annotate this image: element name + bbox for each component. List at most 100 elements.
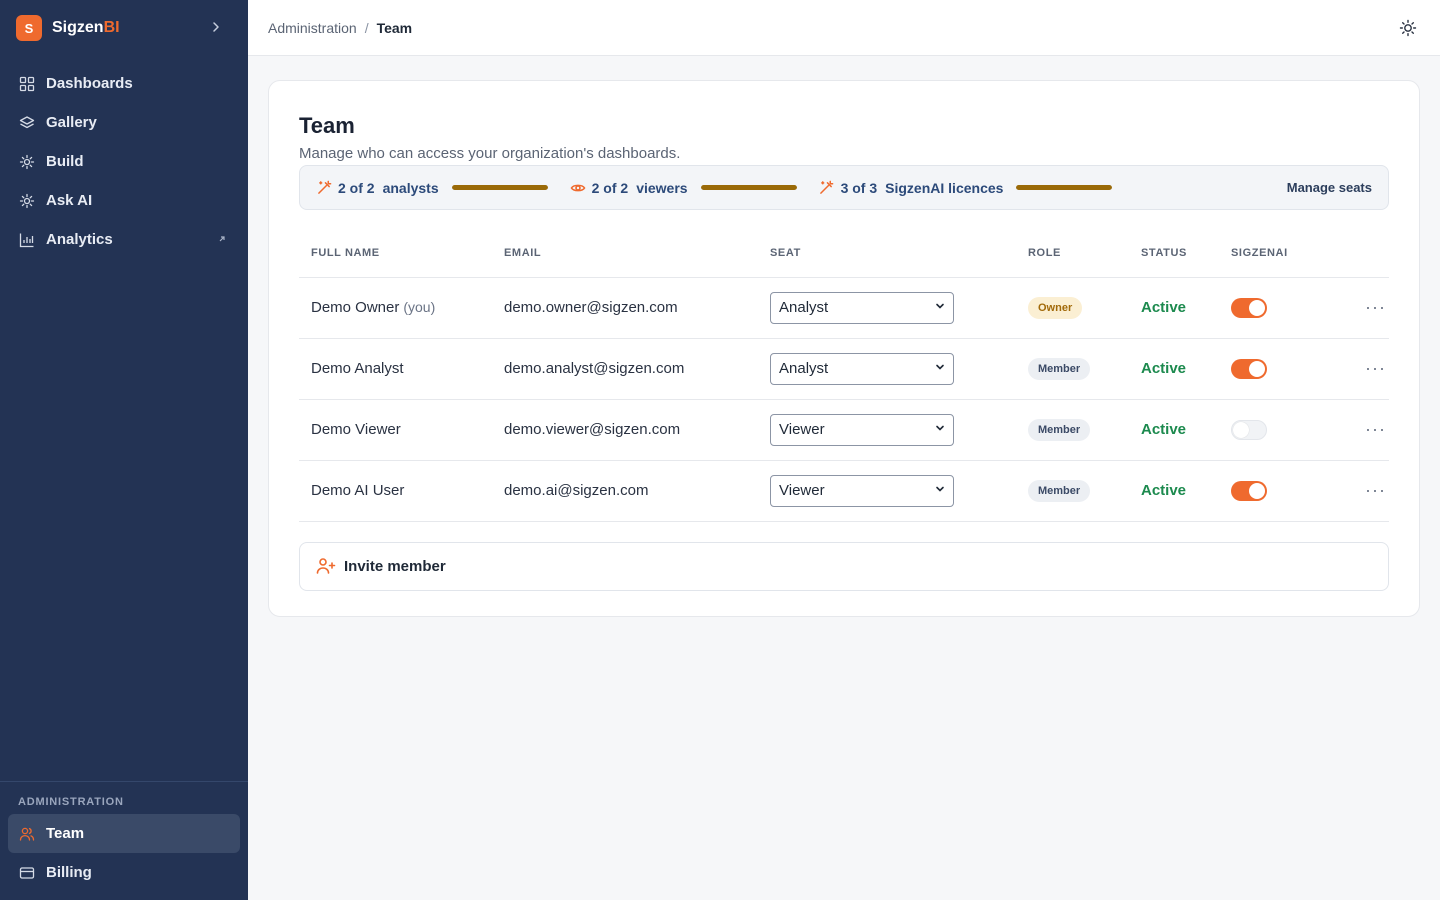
column-header-status[interactable]: STATUS — [1129, 230, 1219, 278]
actions-cell: ··· — [1329, 460, 1389, 522]
sidebar-item-gallery[interactable]: Gallery — [0, 103, 248, 142]
seat-select-value: Analyst — [779, 360, 829, 377]
wand-icon — [819, 180, 835, 196]
column-header-actions — [1329, 230, 1389, 278]
toggle-knob — [1249, 299, 1265, 316]
sidebar-item-label: Gallery — [46, 114, 97, 131]
breadcrumb-current: Team — [376, 19, 413, 36]
sparkle-icon — [18, 192, 36, 210]
brand: S SigzenBI — [0, 0, 248, 56]
sidebar-item-billing[interactable]: Billing — [8, 853, 240, 892]
sigzenai-toggle[interactable] — [1231, 358, 1267, 379]
status-cell: Active — [1129, 399, 1219, 461]
breadcrumb-separator: / — [364, 19, 369, 36]
brand-name[interactable]: SigzenBI — [52, 19, 120, 37]
seat-usage-analysts: 2 of 2 analysts — [316, 180, 548, 196]
status-cell: Active — [1129, 338, 1219, 400]
main-nav: Dashboards Gallery Build Ask AI Analytic… — [0, 56, 248, 259]
sigzenai-toggle[interactable] — [1231, 419, 1267, 440]
seat-progress-bar — [451, 185, 548, 190]
status-text: Active — [1141, 299, 1187, 316]
seat-select[interactable]: Viewer — [770, 413, 954, 446]
toggle-knob — [1249, 482, 1265, 499]
seat-count: 2 of 2 — [338, 179, 375, 196]
breadcrumb-administration[interactable]: Administration — [268, 20, 357, 36]
more-options-icon[interactable]: ··· — [1341, 358, 1386, 378]
chevron-down-icon — [935, 301, 945, 314]
chevron-down-icon — [935, 484, 945, 497]
page-title: Team — [299, 113, 355, 138]
member-name: Demo Owner — [311, 299, 400, 316]
layers-icon — [18, 114, 36, 132]
column-header-name[interactable]: FULL NAME — [299, 230, 492, 278]
manage-seats-link[interactable]: Manage seats — [1287, 180, 1372, 195]
status-cell: Active — [1129, 277, 1219, 339]
admin-section-label: ADMINISTRATION — [18, 796, 124, 808]
card-icon — [18, 864, 36, 882]
member-name: Demo AI User — [311, 482, 405, 499]
admin-section: ADMINISTRATION Team Billing — [0, 781, 248, 900]
sidebar-item-build[interactable]: Build — [0, 142, 248, 181]
sidebar-item-dashboards[interactable]: Dashboards — [0, 64, 248, 103]
member-name-cell: Demo Viewer — [299, 399, 492, 461]
seat-select[interactable]: Viewer — [770, 474, 954, 507]
column-header-role[interactable]: ROLE — [1016, 230, 1129, 278]
member-name-cell: Demo AI User — [299, 460, 492, 522]
seat-progress-bar — [700, 185, 797, 190]
sun-icon[interactable] — [1396, 16, 1420, 40]
seat-select-value: Analyst — [779, 299, 829, 316]
team-card: Team Manage who can access your organiza… — [268, 80, 1420, 617]
seat-usage-bar: 2 of 2 analysts 2 of 2 viewers 3 of 3 Si… — [299, 165, 1389, 210]
chevron-right-icon[interactable] — [208, 20, 224, 36]
toggle-knob — [1233, 421, 1249, 438]
table-row: Demo AI User demo.ai@sigzen.com Viewer M… — [299, 460, 1389, 522]
sidebar-item-team[interactable]: Team — [8, 814, 240, 853]
column-header-seat[interactable]: SEAT — [758, 230, 1016, 278]
member-name-cell: Demo Analyst — [299, 338, 492, 400]
seat-cell: Analyst — [758, 277, 1016, 339]
seat-select-value: Viewer — [779, 421, 825, 438]
brand-name-accent: BI — [103, 19, 120, 36]
actions-cell: ··· — [1329, 399, 1389, 461]
user-plus-icon — [316, 557, 336, 575]
actions-cell: ··· — [1329, 338, 1389, 400]
status-text: Active — [1141, 360, 1187, 377]
seat-progress-fill — [1016, 185, 1113, 190]
chevron-down-icon — [935, 423, 945, 436]
table-header-row: FULL NAME EMAIL SEAT ROLE STATUS SIGZENA… — [299, 230, 1389, 278]
more-options-icon[interactable]: ··· — [1341, 297, 1386, 317]
member-email: demo.ai@sigzen.com — [492, 460, 758, 522]
sigzenai-toggle[interactable] — [1231, 480, 1267, 501]
invite-member-label: Invite member — [344, 557, 446, 575]
seat-cell: Analyst — [758, 338, 1016, 400]
sidebar-item-analytics[interactable]: Analytics — [0, 220, 248, 259]
ai-cell — [1219, 277, 1329, 339]
seat-select[interactable]: Analyst — [770, 291, 954, 324]
sidebar-item-ask-ai[interactable]: Ask AI — [0, 181, 248, 220]
seat-select[interactable]: Analyst — [770, 352, 954, 385]
invite-member-button[interactable]: Invite member — [299, 541, 1389, 591]
brand-logo[interactable]: S — [16, 15, 42, 41]
role-badge: Member — [1028, 418, 1091, 441]
member-name-cell: Demo Owner (you) — [299, 277, 492, 339]
sigzenai-toggle[interactable] — [1231, 297, 1267, 318]
sparkle-icon — [18, 153, 36, 171]
seat-cell: Viewer — [758, 460, 1016, 522]
member-email: demo.owner@sigzen.com — [492, 277, 758, 339]
seat-progress-fill — [700, 185, 797, 190]
top-header: Administration / Team — [248, 0, 1440, 56]
column-header-email[interactable]: EMAIL — [492, 230, 758, 278]
page-subtitle: Manage who can access your organization'… — [299, 145, 681, 162]
seat-label: SigzenAI licences — [885, 179, 1004, 196]
seat-count: 3 of 3 — [840, 179, 878, 196]
chevron-down-icon — [935, 362, 945, 375]
sidebar-item-label: Dashboards — [46, 75, 133, 92]
seat-count: 2 of 2 — [591, 179, 629, 196]
external-arrow-icon — [218, 235, 226, 245]
more-options-icon[interactable]: ··· — [1341, 419, 1386, 439]
team-table: FULL NAME EMAIL SEAT ROLE STATUS SIGZENA… — [299, 230, 1389, 522]
table-row: Demo Viewer demo.viewer@sigzen.com Viewe… — [299, 399, 1389, 461]
more-options-icon[interactable]: ··· — [1341, 480, 1386, 500]
column-header-sigzenai[interactable]: SIGZENAI — [1219, 230, 1329, 278]
seat-label: analysts — [382, 179, 439, 196]
